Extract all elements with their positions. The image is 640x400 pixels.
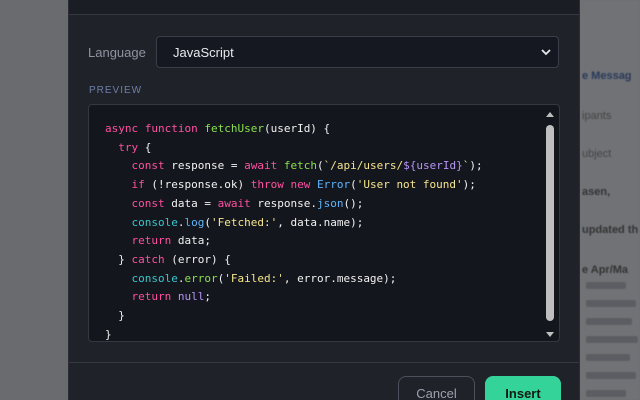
code-line: return null;	[131, 290, 212, 304]
code-line: const data = await response.json();	[131, 196, 364, 210]
background-page: e Messag ipants ubject asen, updated th …	[580, 0, 640, 400]
code-content: async function fetchUser(userId) { try {…	[105, 120, 483, 341]
background-text: e Apr/Ma	[582, 264, 629, 276]
code-line: }	[105, 309, 125, 323]
background-text: e Messag	[582, 70, 632, 82]
background-line	[586, 390, 626, 397]
modal-header	[69, 0, 579, 15]
insert-button[interactable]: Insert	[485, 376, 561, 400]
code-line: }	[105, 327, 112, 341]
code-line: async function fetchUser(userId) {	[105, 122, 331, 135]
scrollbar-thumb[interactable]	[546, 125, 554, 321]
scroll-up-icon[interactable]	[545, 110, 555, 118]
background-line	[586, 336, 638, 343]
scroll-down-icon[interactable]	[545, 331, 555, 339]
background-text: ipants	[582, 110, 612, 122]
code-line: const response = await fetch(`/api/users…	[131, 159, 483, 173]
background-text: updated th	[582, 224, 639, 236]
code-line: try {	[118, 140, 152, 154]
background-line	[586, 282, 626, 289]
background-line	[586, 372, 636, 379]
code-preview[interactable]: async function fetchUser(userId) { try {…	[88, 104, 560, 342]
insert-code-modal: Language JavaScript PREVIEW async functi…	[68, 0, 580, 400]
code-line: if (!response.ok) throw new Error('User …	[131, 178, 476, 192]
language-label: Language	[88, 44, 146, 60]
background-text: asen,	[582, 186, 611, 198]
code-line: return data;	[131, 234, 212, 248]
background-text: ubject	[582, 148, 612, 160]
code-line: console.log('Fetched:', data.name);	[131, 215, 364, 229]
language-row: Language JavaScript	[88, 36, 559, 68]
code-scrollbar[interactable]	[544, 108, 556, 340]
language-select[interactable]: JavaScript	[156, 36, 559, 68]
language-select-value: JavaScript	[173, 44, 234, 60]
preview-label: PREVIEW	[89, 85, 143, 96]
footer-divider	[69, 362, 579, 363]
background-line	[586, 318, 632, 325]
cancel-button[interactable]: Cancel	[398, 376, 475, 400]
background-left	[0, 0, 68, 400]
code-line: console.error('Failed:', error.message);	[131, 271, 397, 285]
chevron-down-icon	[541, 49, 551, 56]
background-line	[586, 300, 636, 307]
code-line: } catch (error) {	[105, 252, 231, 266]
background-line	[586, 354, 630, 361]
